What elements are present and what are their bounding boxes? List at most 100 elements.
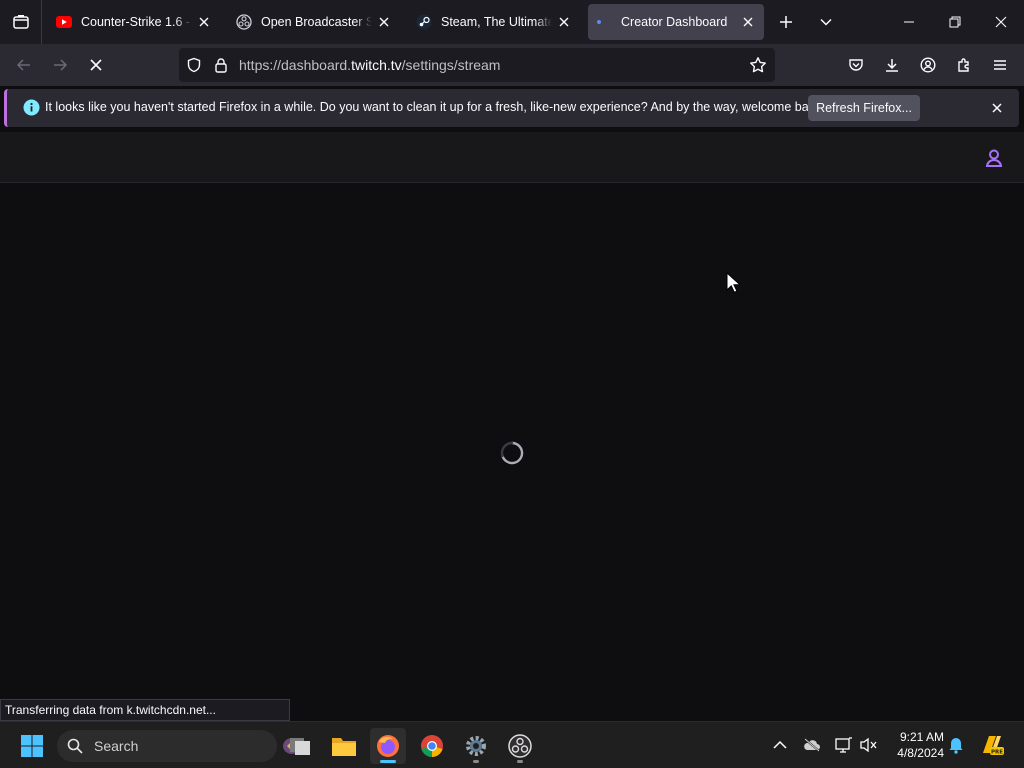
stop-loading-button[interactable] xyxy=(80,49,112,81)
bell-icon xyxy=(949,738,963,754)
obs-taskbar-button[interactable] xyxy=(502,728,538,764)
copilot-pre-icon: PRE xyxy=(983,736,1004,756)
chevron-up-icon xyxy=(773,740,787,749)
tab-counter-strike[interactable]: Counter-Strike 1.6 - cs_ xyxy=(48,4,220,40)
close-tab-icon[interactable] xyxy=(740,14,756,30)
status-bar: Transferring data from k.twitchcdn.net..… xyxy=(0,699,290,721)
twitch-top-nav xyxy=(0,132,1024,183)
chrome-taskbar-button[interactable] xyxy=(414,728,450,764)
navigation-toolbar: https://dashboard.twitch.tv/settings/str… xyxy=(0,44,1024,86)
taskbar-search-box[interactable]: Search xyxy=(57,730,301,762)
onedrive-button[interactable] xyxy=(801,734,823,756)
start-button[interactable] xyxy=(14,728,50,764)
bookmark-star-icon[interactable] xyxy=(749,56,767,74)
minimize-button[interactable] xyxy=(886,0,932,44)
tab-strip: Counter-Strike 1.6 - cs_ Open Broadcaste… xyxy=(0,0,1024,44)
puzzle-icon xyxy=(958,58,969,72)
back-button[interactable] xyxy=(8,49,40,81)
search-placeholder: Search xyxy=(94,738,139,754)
arrow-right-icon xyxy=(54,59,68,71)
downloads-button[interactable] xyxy=(876,49,908,81)
forward-button[interactable] xyxy=(44,49,76,81)
loading-spinner-icon xyxy=(500,441,524,465)
search-icon xyxy=(67,738,83,754)
tab-obs[interactable]: Open Broadcaster Softw xyxy=(228,4,400,40)
plus-icon xyxy=(780,16,792,28)
extensions-button[interactable] xyxy=(948,49,980,81)
download-icon xyxy=(886,59,898,72)
task-view-icon xyxy=(290,738,310,755)
firefox-view-icon xyxy=(12,15,29,29)
tab-loading-icon xyxy=(596,14,612,30)
firefox-icon xyxy=(377,735,399,757)
network-button[interactable] xyxy=(833,734,855,756)
arrow-left-icon xyxy=(16,59,30,71)
windows-logo-icon xyxy=(21,735,43,757)
copilot-button[interactable]: PRE xyxy=(979,734,1005,756)
page-content: Transferring data from k.twitchcdn.net..… xyxy=(0,132,1024,721)
svg-text:PRE: PRE xyxy=(991,750,1003,756)
notification-message: It looks like you haven't started Firefo… xyxy=(45,100,825,114)
restore-button[interactable] xyxy=(932,0,978,44)
notifications-button[interactable] xyxy=(945,734,967,756)
running-indicator xyxy=(517,760,523,763)
url-path: /settings/stream xyxy=(401,57,501,73)
clock-date: 4/8/2024 xyxy=(897,746,944,760)
speaker-muted-icon xyxy=(860,737,877,753)
url-host: twitch.tv xyxy=(351,57,402,73)
tab-steam[interactable]: Steam, The Ultimate Or xyxy=(408,4,580,40)
mouse-cursor-icon xyxy=(726,272,740,293)
active-indicator xyxy=(380,760,396,763)
close-notification-icon[interactable] xyxy=(988,99,1006,117)
tab-title: Counter-Strike 1.6 - cs_ xyxy=(81,15,192,29)
settings-taskbar-button[interactable] xyxy=(458,728,494,764)
tab-title: Creator Dashboard xyxy=(621,15,728,29)
pocket-button[interactable] xyxy=(840,49,872,81)
firefox-taskbar-button[interactable] xyxy=(370,728,406,764)
steam-icon xyxy=(416,14,432,30)
info-icon xyxy=(23,99,40,116)
obs-icon xyxy=(508,734,532,758)
new-tab-button[interactable] xyxy=(768,4,804,40)
lock-icon[interactable] xyxy=(212,56,230,74)
cloud-offline-icon xyxy=(804,738,820,752)
taskbar-clock[interactable]: 9:21 AM 4/8/2024 xyxy=(886,729,944,761)
show-hidden-icons-button[interactable] xyxy=(769,734,791,756)
task-view-button[interactable] xyxy=(282,728,318,764)
hamburger-icon xyxy=(994,60,1006,70)
tab-creator-dashboard[interactable]: Creator Dashboard xyxy=(588,4,764,40)
close-tab-icon[interactable] xyxy=(376,14,392,30)
tab-title: Open Broadcaster Softw xyxy=(261,15,372,29)
obs-icon xyxy=(236,14,252,30)
restore-icon xyxy=(949,16,961,28)
list-all-tabs-button[interactable] xyxy=(808,4,844,40)
stop-icon xyxy=(90,59,102,71)
refresh-firefox-notification: It looks like you haven't started Firefo… xyxy=(4,89,1019,127)
pocket-icon xyxy=(849,59,863,71)
close-tab-icon[interactable] xyxy=(556,14,572,30)
clock-time: 9:21 AM xyxy=(899,730,944,744)
running-indicator xyxy=(473,760,479,763)
youtube-icon xyxy=(56,14,72,30)
file-explorer-button[interactable] xyxy=(326,728,362,764)
windows-taskbar: Search 9:21 AM 4/8/2024 PRE xyxy=(0,721,1024,768)
gear-icon xyxy=(466,736,486,756)
app-menu-button[interactable] xyxy=(984,49,1016,81)
tab-title: Steam, The Ultimate Or xyxy=(441,15,552,29)
network-icon xyxy=(835,737,852,753)
tracking-protection-icon[interactable] xyxy=(185,56,203,74)
account-button[interactable] xyxy=(912,49,944,81)
chevron-down-icon xyxy=(820,18,832,26)
refresh-firefox-button[interactable]: Refresh Firefox... xyxy=(808,95,920,121)
address-bar[interactable]: https://dashboard.twitch.tv/settings/str… xyxy=(179,48,775,82)
volume-button[interactable] xyxy=(858,734,880,756)
folder-icon xyxy=(332,738,356,756)
url-prefix: https://dashboard. xyxy=(239,57,352,73)
chrome-icon xyxy=(421,735,443,757)
account-icon xyxy=(920,57,936,73)
firefox-view-button[interactable] xyxy=(0,0,42,44)
close-window-button[interactable] xyxy=(978,0,1024,44)
url-text[interactable]: https://dashboard.twitch.tv/settings/str… xyxy=(239,57,500,73)
user-icon[interactable] xyxy=(984,148,1004,168)
close-tab-icon[interactable] xyxy=(196,14,212,30)
